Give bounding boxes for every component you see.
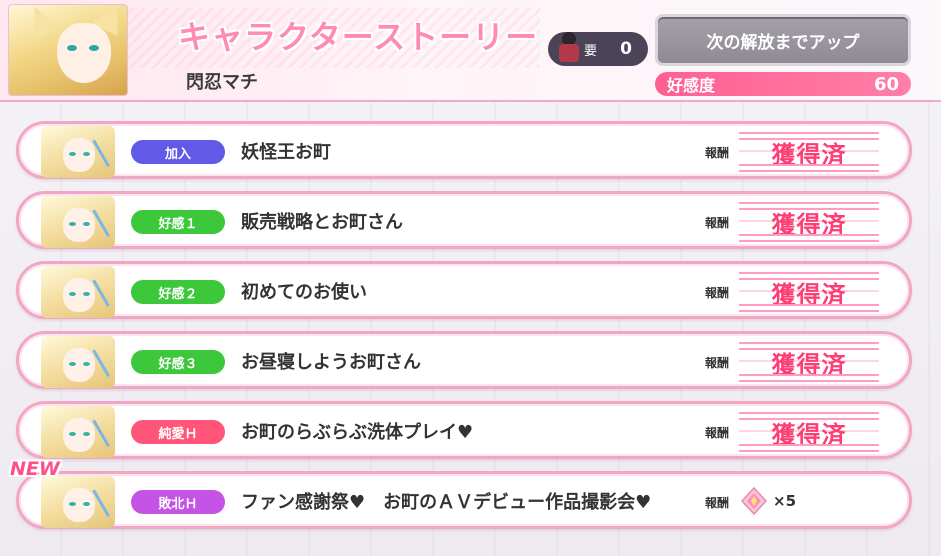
- acquired-stamp: 獲得済: [739, 272, 879, 312]
- story-title: 販売戦略とお町さん: [241, 212, 403, 233]
- character-figure-icon: [556, 32, 582, 66]
- required-item-counter: 要 0: [548, 32, 648, 66]
- reward-label: 報酬: [705, 216, 730, 230]
- story-badge: 純愛Ｈ: [131, 420, 225, 444]
- crystal-gem-icon: [739, 486, 769, 516]
- story-row[interactable]: 敗北Ｈ ファン感謝祭♥ お町のＡＶデビュー作品撮影会♥ 報酬 ×5: [16, 471, 912, 529]
- story-thumbnail: [41, 196, 115, 248]
- story-badge: 好感３: [131, 350, 225, 374]
- story-title: 妖怪王お町: [241, 142, 331, 163]
- required-label: 要: [584, 43, 598, 59]
- story-badge: 好感１: [131, 210, 225, 234]
- acquired-stamp: 獲得済: [739, 202, 879, 242]
- character-name: 閃忍マチ: [186, 72, 258, 93]
- story-list: 加入 妖怪王お町 報酬 獲得済 好感１ 販売戦略とお町さん 報酬 獲得済 好感２…: [16, 121, 912, 541]
- story-thumbnail: [41, 476, 115, 528]
- story-row[interactable]: 好感１ 販売戦略とお町さん 報酬 獲得済: [16, 191, 912, 249]
- page-title: キャラクターストーリー: [178, 18, 539, 56]
- story-thumbnail: [41, 406, 115, 458]
- affinity-label: 好感度: [667, 76, 716, 95]
- fox-ear-left: [21, 5, 61, 40]
- story-title: お昼寝しようお町さん: [241, 352, 421, 373]
- story-title: ファン感謝祭♥ お町のＡＶデビュー作品撮影会♥: [241, 492, 652, 513]
- story-row[interactable]: 好感３ お昼寝しようお町さん 報酬 獲得済: [16, 331, 912, 389]
- story-thumbnail: [41, 126, 115, 178]
- required-count: 0: [620, 39, 632, 59]
- character-eye-right: [89, 45, 99, 51]
- character-portrait: [8, 4, 128, 96]
- acquired-stamp: 獲得済: [739, 342, 879, 382]
- reward-item: ×5: [739, 486, 796, 516]
- story-row[interactable]: 好感２ 初めてのお使い 報酬 獲得済: [16, 261, 912, 319]
- new-badge: NEW: [10, 458, 60, 480]
- reward-label: 報酬: [705, 496, 730, 510]
- reward-label: 報酬: [705, 426, 730, 440]
- affinity-value: 60: [873, 73, 899, 95]
- acquired-stamp: 獲得済: [739, 412, 879, 452]
- story-title: お町のらぶらぶ洗体プレイ♥: [241, 422, 474, 443]
- reward-label: 報酬: [705, 146, 730, 160]
- story-thumbnail: [41, 336, 115, 388]
- story-row[interactable]: 純愛Ｈ お町のらぶらぶ洗体プレイ♥ 報酬 獲得済: [16, 401, 912, 459]
- story-badge: 加入: [131, 140, 225, 164]
- reward-label: 報酬: [705, 286, 730, 300]
- story-badge: 好感２: [131, 280, 225, 304]
- reward-quantity: ×5: [773, 492, 797, 510]
- affinity-bar: 好感度 60: [655, 72, 911, 96]
- header: キャラクターストーリー 閃忍マチ 要 0 次の解放までアップ 好感度 60: [0, 0, 941, 102]
- reward-label: 報酬: [705, 356, 730, 370]
- story-thumbnail: [41, 266, 115, 318]
- story-row[interactable]: 加入 妖怪王お町 報酬 獲得済: [16, 121, 912, 179]
- story-badge: 敗北Ｈ: [131, 490, 225, 514]
- story-title: 初めてのお使い: [241, 282, 367, 303]
- acquired-stamp: 獲得済: [739, 132, 879, 172]
- character-eye-left: [67, 45, 77, 51]
- character-face: [57, 23, 111, 83]
- unlock-next-button[interactable]: 次の解放までアップ: [655, 14, 911, 66]
